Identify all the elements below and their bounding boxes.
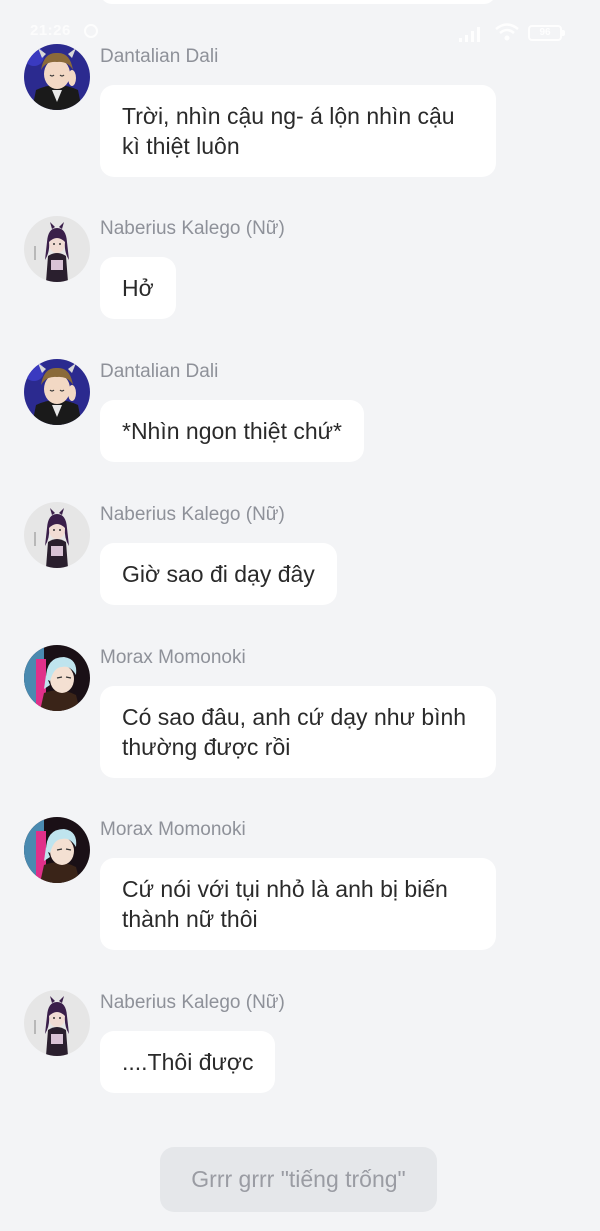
status-time: 21:26 [30,22,71,39]
message-bubble[interactable]: Cứ nói với tụi nhỏ là anh bị biến thành … [100,858,496,950]
message-bubble[interactable]: Giờ sao đi dạy đây [100,543,337,605]
narration-message[interactable]: Grrr grrr "tiếng trống" [160,1147,437,1212]
sender-name: Morax Momonoki [100,647,246,668]
wifi-icon [495,23,519,41]
status-bar: 21:26 96 [0,0,600,60]
kalego-avatar-icon[interactable] [24,990,90,1056]
battery-icon: 96 [528,25,565,41]
sender-name: Naberius Kalego (Nữ) [100,504,285,525]
sender-name: Morax Momonoki [100,819,246,840]
signal-icon [459,27,480,42]
message-bubble[interactable]: Trời, nhìn cậu ng- á lộn nhìn cậu kì thi… [100,85,496,177]
kalego-avatar-icon[interactable] [24,216,90,282]
message-bubble[interactable]: Có sao đâu, anh cứ dạy như bình thường đ… [100,686,496,778]
previous-message-bubble [100,0,496,4]
dantalian-avatar-icon[interactable] [24,359,90,425]
message-bubble[interactable]: ....Thôi được [100,1031,276,1093]
message-bubble[interactable]: Hở [100,257,176,319]
sender-name: Dantalian Dali [100,361,219,382]
momonoki-avatar-icon[interactable] [24,645,90,711]
sender-name: Dantalian Dali [100,46,219,67]
message-bubble[interactable]: *Nhìn ngon thiệt chứ* [100,400,364,462]
sender-name: Naberius Kalego (Nữ) [100,992,285,1013]
momonoki-avatar-icon[interactable] [24,817,90,883]
kalego-avatar-icon[interactable] [24,502,90,568]
dantalian-avatar-icon[interactable] [24,44,90,110]
sender-name: Naberius Kalego (Nữ) [100,218,285,239]
alarm-icon [84,24,98,38]
